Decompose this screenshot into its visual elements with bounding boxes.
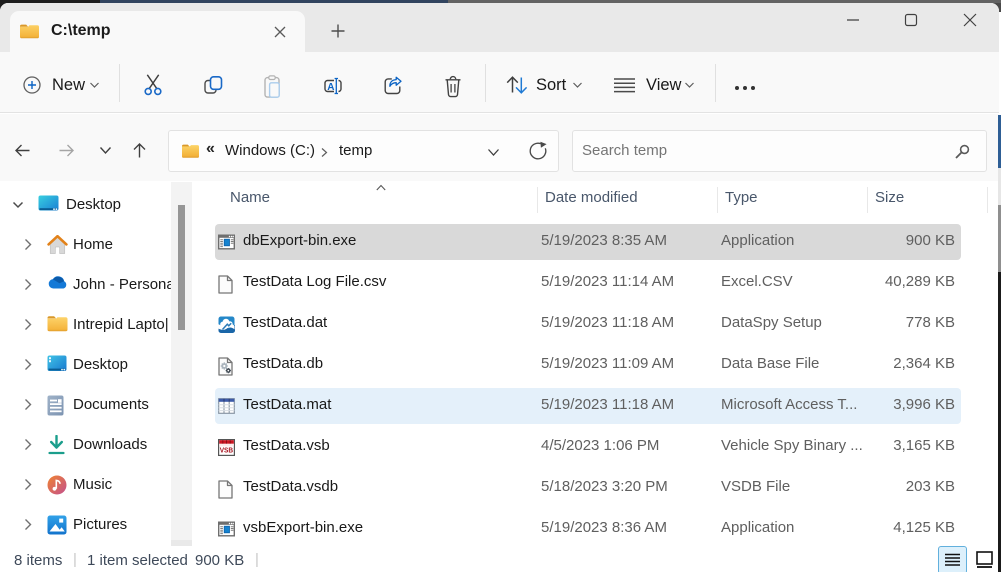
svg-text:VSB: VSB [220,445,234,454]
svg-text:A: A [327,81,334,92]
